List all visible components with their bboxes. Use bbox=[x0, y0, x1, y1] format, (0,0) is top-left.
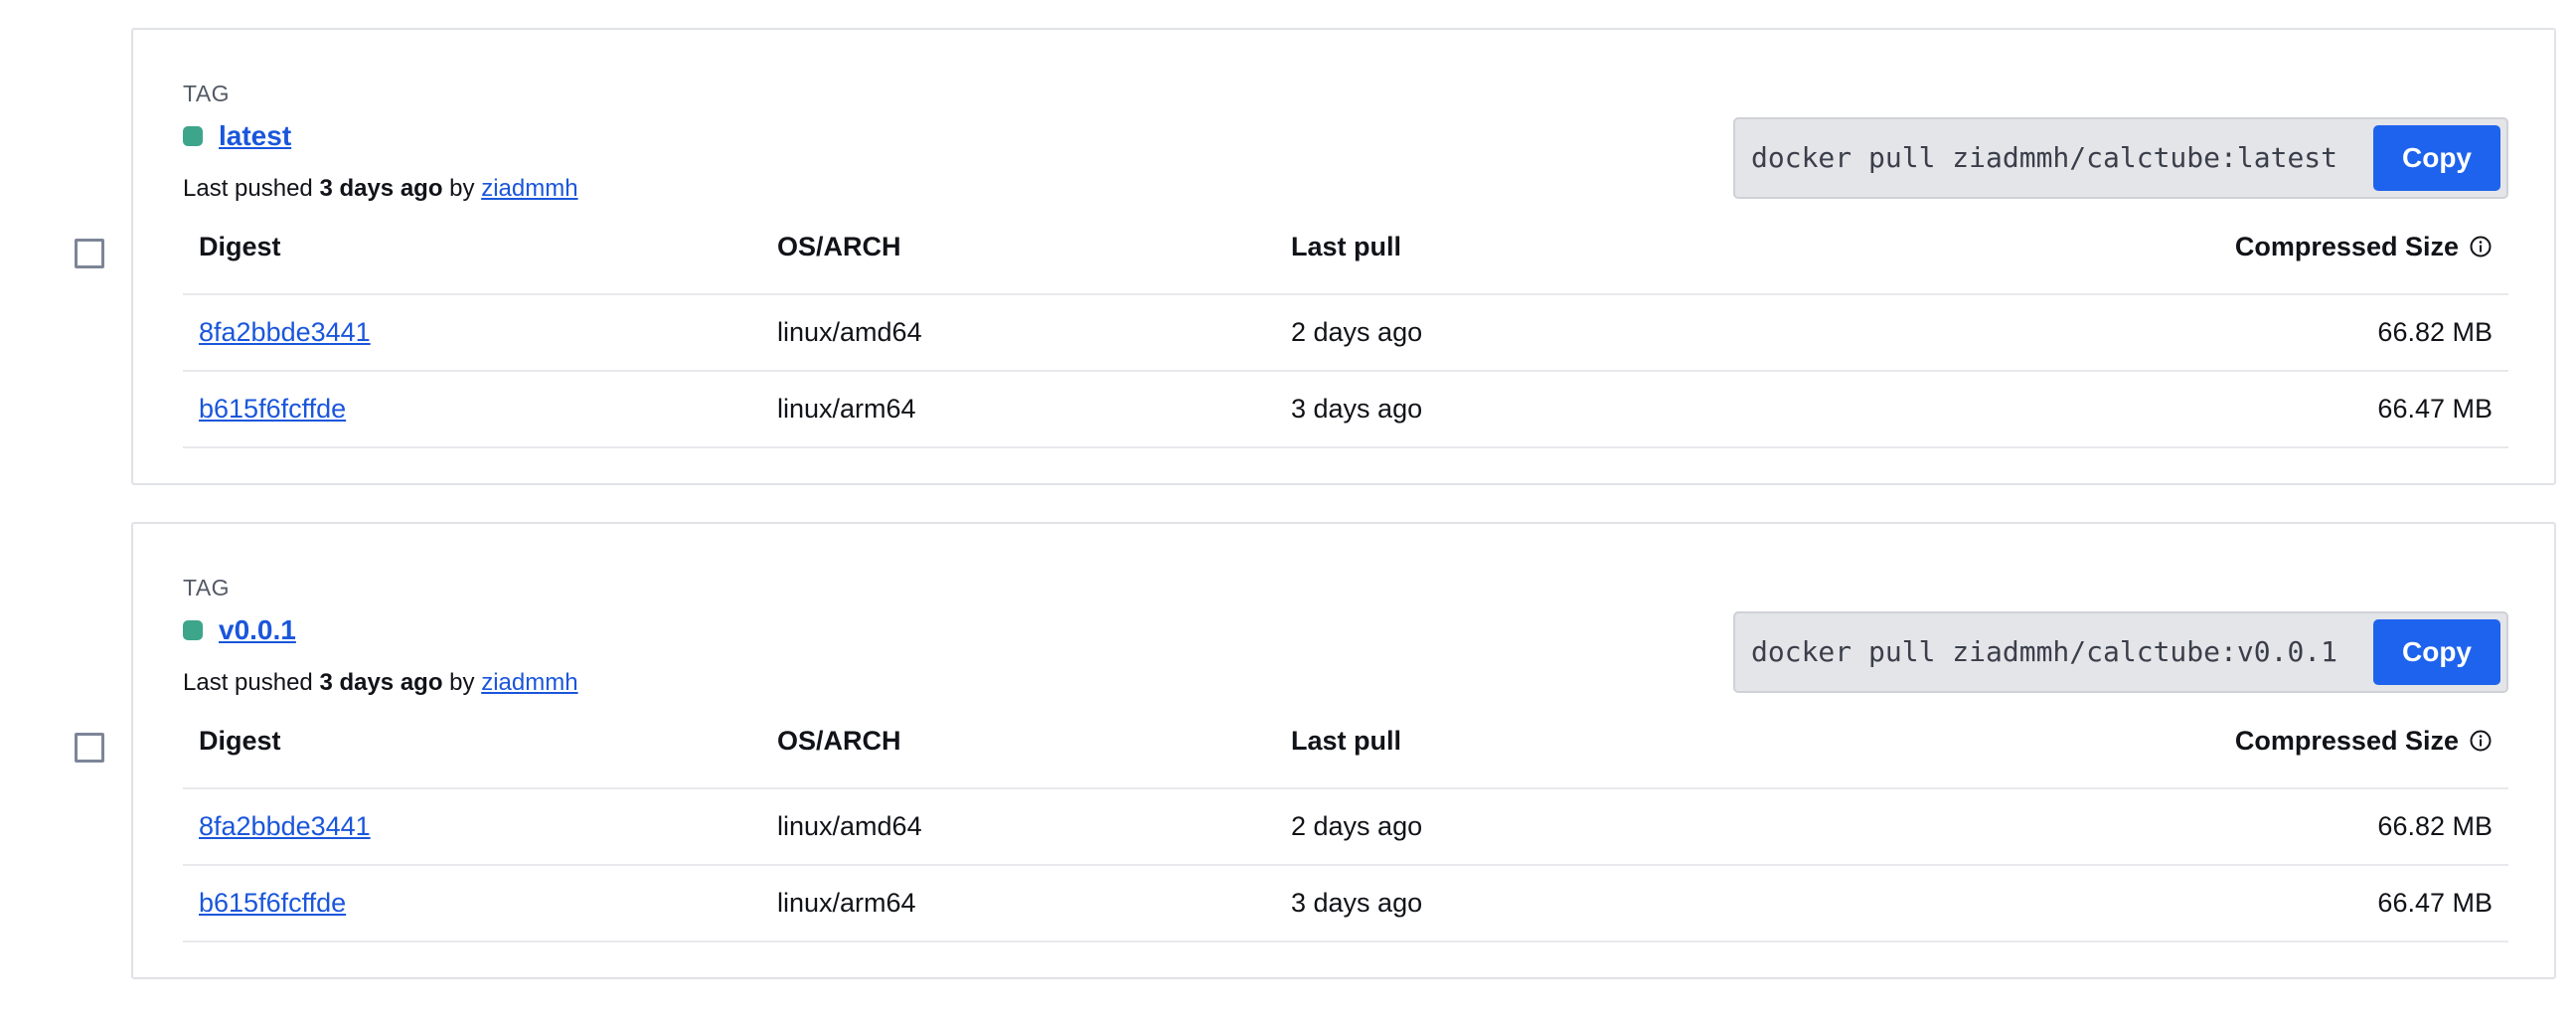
column-header-last-pull: Last pull bbox=[1291, 726, 1402, 756]
column-header-os-arch: OS/ARCH bbox=[777, 232, 901, 261]
last-pull-cell: 3 days ago bbox=[1291, 394, 1423, 424]
digest-cell: 8fa2bbde3441 bbox=[199, 295, 371, 370]
last-pull-cell: 2 days ago bbox=[1291, 317, 1423, 347]
pushed-when: 3 days ago bbox=[319, 669, 443, 696]
column-header-os-arch: OS/ARCH bbox=[777, 726, 901, 756]
pushed-user-link[interactable]: ziadmmh bbox=[481, 669, 577, 696]
digest-cell: 8fa2bbde3441 bbox=[199, 789, 371, 864]
last-pull-cell: 3 days ago bbox=[1291, 888, 1423, 918]
digest-link[interactable]: b615f6fcffde bbox=[199, 394, 346, 424]
size-cell: 66.47 MB bbox=[2377, 394, 2493, 424]
os-arch-cell: linux/arm64 bbox=[777, 394, 916, 424]
tag-card: TAG v0.0.1 Last pushed 3 days ago by zia… bbox=[131, 522, 2556, 979]
table-row: 8fa2bbde3441 linux/amd64 2 days ago 66.8… bbox=[183, 789, 2508, 866]
last-pushed-info: Last pushed 3 days ago by ziadmmh bbox=[183, 669, 578, 697]
table-row: b615f6fcffde linux/arm64 3 days ago 66.4… bbox=[183, 866, 2508, 942]
column-header-digest: Digest bbox=[199, 232, 281, 261]
column-header-compressed-size: Compressed Size bbox=[2235, 219, 2493, 293]
pushed-user-link[interactable]: ziadmmh bbox=[481, 175, 577, 202]
tag-name-wrap: v0.0.1 bbox=[183, 613, 296, 647]
size-cell: 66.82 MB bbox=[2377, 811, 2493, 841]
last-pushed-info: Last pushed 3 days ago by ziadmmh bbox=[183, 175, 578, 203]
status-dot-icon bbox=[183, 126, 203, 146]
size-cell: 66.82 MB bbox=[2377, 317, 2493, 347]
tag-label: TAG bbox=[183, 81, 231, 106]
tag-name-link[interactable]: latest bbox=[219, 120, 291, 152]
table-header: Digest OS/ARCH Last pull Compressed Size bbox=[183, 713, 2508, 789]
tag-card: TAG latest Last pushed 3 days ago by zia… bbox=[131, 28, 2556, 485]
info-icon[interactable] bbox=[2469, 729, 2493, 753]
os-arch-cell: linux/amd64 bbox=[777, 317, 922, 347]
copy-button[interactable]: Copy bbox=[2373, 619, 2500, 685]
info-icon[interactable] bbox=[2469, 235, 2493, 258]
pull-command-box: docker pull ziadmmh/calctube:v0.0.1 Copy bbox=[1733, 611, 2508, 693]
table-row: 8fa2bbde3441 linux/amd64 2 days ago 66.8… bbox=[183, 295, 2508, 372]
digest-link[interactable]: b615f6fcffde bbox=[199, 888, 346, 918]
tag-name-link[interactable]: v0.0.1 bbox=[219, 614, 296, 646]
pull-command: docker pull ziadmmh/calctube:v0.0.1 bbox=[1751, 635, 2338, 668]
status-dot-icon bbox=[183, 620, 203, 640]
os-arch-cell: linux/amd64 bbox=[777, 811, 922, 841]
pushed-prefix: Last pushed bbox=[183, 669, 320, 696]
pushed-prefix: Last pushed bbox=[183, 175, 320, 202]
pushed-by-word: by bbox=[442, 669, 482, 696]
digest-cell: b615f6fcffde bbox=[199, 372, 346, 446]
table-header: Digest OS/ARCH Last pull Compressed Size bbox=[183, 219, 2508, 295]
tag-select-checkbox[interactable] bbox=[75, 239, 104, 268]
column-header-digest: Digest bbox=[199, 726, 281, 756]
size-cell: 66.47 MB bbox=[2377, 888, 2493, 918]
pull-command: docker pull ziadmmh/calctube:latest bbox=[1751, 141, 2338, 174]
tag-name-wrap: latest bbox=[183, 119, 291, 153]
pushed-when: 3 days ago bbox=[319, 175, 443, 202]
tag-select-checkbox[interactable] bbox=[75, 733, 104, 763]
compressed-size-label: Compressed Size bbox=[2234, 232, 2459, 261]
digest-link[interactable]: 8fa2bbde3441 bbox=[199, 317, 371, 347]
os-arch-cell: linux/arm64 bbox=[777, 888, 916, 918]
digest-link[interactable]: 8fa2bbde3441 bbox=[199, 811, 371, 841]
column-header-compressed-size: Compressed Size bbox=[2235, 713, 2493, 787]
last-pull-cell: 2 days ago bbox=[1291, 811, 1423, 841]
pushed-by-word: by bbox=[442, 175, 482, 202]
tag-label: TAG bbox=[183, 575, 231, 600]
pull-command-box: docker pull ziadmmh/calctube:latest Copy bbox=[1733, 117, 2508, 199]
copy-button[interactable]: Copy bbox=[2373, 125, 2500, 191]
digest-table: Digest OS/ARCH Last pull Compressed Size… bbox=[183, 713, 2508, 942]
column-header-last-pull: Last pull bbox=[1291, 232, 1402, 261]
digest-table: Digest OS/ARCH Last pull Compressed Size… bbox=[183, 219, 2508, 448]
table-row: b615f6fcffde linux/arm64 3 days ago 66.4… bbox=[183, 372, 2508, 448]
compressed-size-label: Compressed Size bbox=[2234, 726, 2459, 756]
digest-cell: b615f6fcffde bbox=[199, 866, 346, 940]
